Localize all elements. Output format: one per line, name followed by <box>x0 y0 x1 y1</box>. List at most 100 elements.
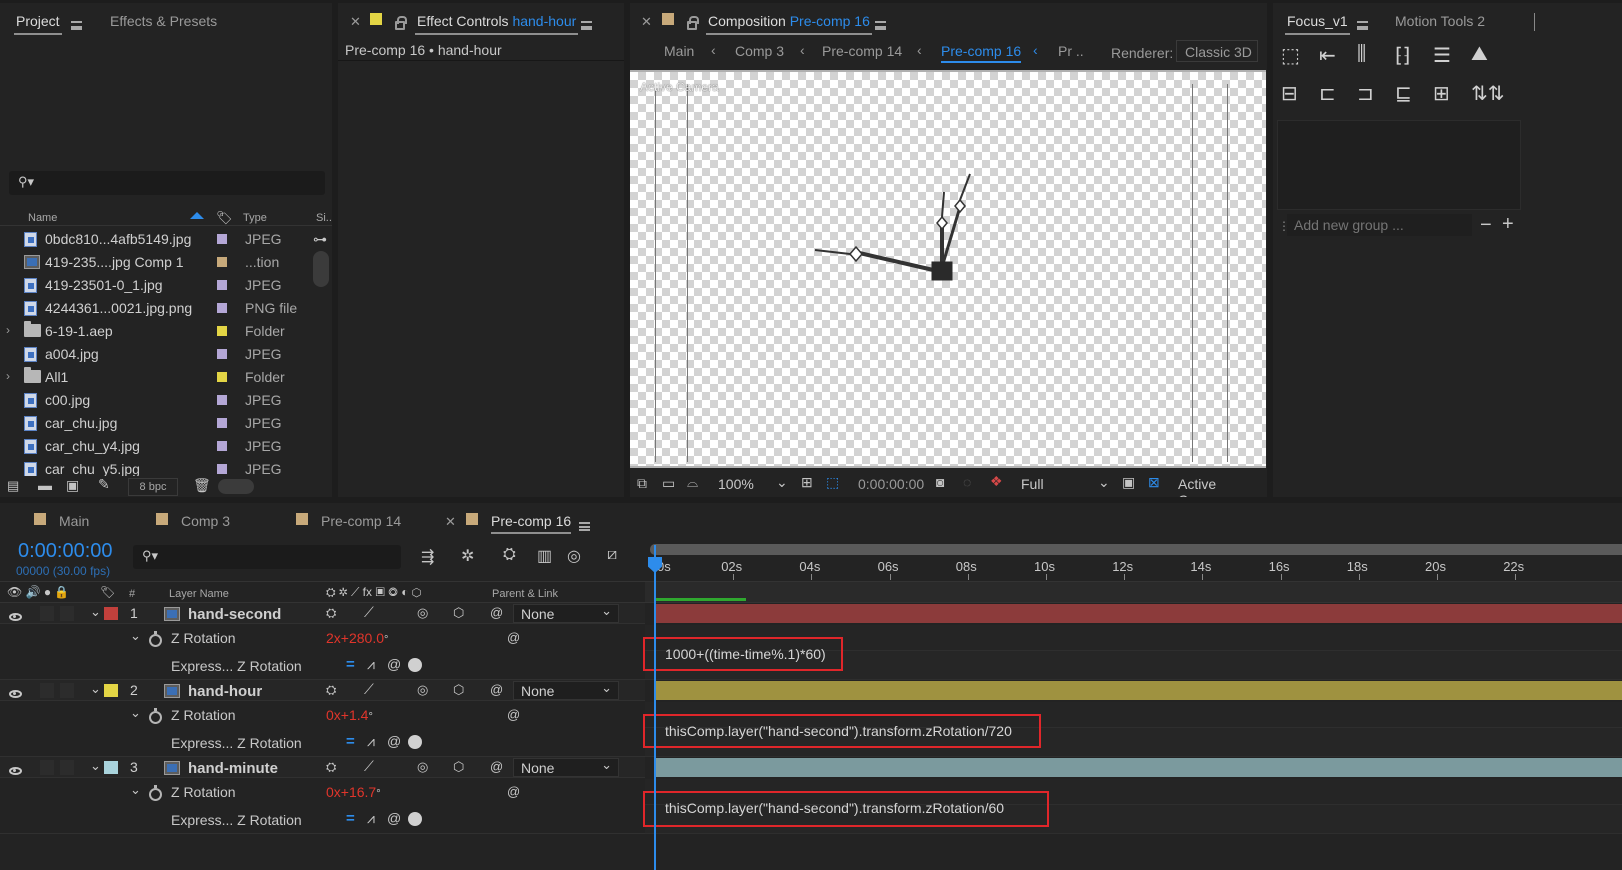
composition-viewer[interactable]: Active Camera <box>630 70 1266 468</box>
stopwatch-icon[interactable] <box>149 785 162 802</box>
layer-name[interactable]: hand-minute <box>188 760 278 777</box>
tab-main[interactable]: Main <box>59 513 89 529</box>
bpc-button[interactable]: 8 bpc <box>128 478 178 496</box>
expression-graph-icon[interactable]: ⩘ <box>367 733 375 750</box>
tab-motion-tools[interactable]: Motion Tools 2 <box>1395 13 1485 29</box>
expression-language-icon[interactable] <box>408 658 422 672</box>
twirl-down-icon[interactable]: ⌄ <box>90 758 101 774</box>
monitor-icon[interactable]: ▭ <box>662 475 675 492</box>
tab-comp3[interactable]: Comp 3 <box>181 513 230 529</box>
graph-editor-icon[interactable]: ⧄ <box>607 546 617 564</box>
layer-row[interactable]: ⌄ 1 hand-second ⛭ ⟋ ◎ ⬡ @ None ⌄ <box>0 603 645 624</box>
close-icon[interactable]: ✕ <box>641 14 652 30</box>
focus-mountain-icon[interactable]: ⛰ <box>1471 43 1488 66</box>
layer-label-swatch[interactable] <box>104 761 118 774</box>
layer-duration-bar[interactable] <box>655 681 1622 700</box>
twirl-down-icon[interactable]: ⌄ <box>130 782 141 798</box>
item-label-swatch[interactable] <box>217 395 227 405</box>
item-label-swatch[interactable] <box>217 326 227 336</box>
twirl-right-icon[interactable]: › <box>6 323 10 337</box>
focus-group-e-icon[interactable]: ⊞ <box>1433 81 1450 106</box>
focus-align-icon[interactable]: ⫼ <box>1357 43 1366 66</box>
current-time-indicator[interactable] <box>654 545 656 870</box>
motion-blur-switch-icon[interactable]: ◎ <box>417 605 428 621</box>
column-size[interactable]: Si.. <box>316 212 332 224</box>
column-layer-name[interactable]: Layer Name <box>169 588 229 600</box>
new-composition-icon[interactable]: ▣ <box>66 477 79 494</box>
visibility-eye-icon[interactable] <box>9 763 22 778</box>
stopwatch-icon[interactable] <box>149 708 162 725</box>
focus-group-b-icon[interactable]: ⊏ <box>1319 81 1336 106</box>
focus-bracket-icon[interactable]: ⁅⁆ <box>1395 43 1411 68</box>
tab-composition[interactable]: Composition Pre-comp 16 <box>706 13 872 35</box>
focus-frame-icon[interactable]: ⬚ <box>1281 43 1300 68</box>
focus-group-c-icon[interactable]: ⊐ <box>1357 81 1374 106</box>
trash-icon[interactable]: 🗑 <box>193 477 211 494</box>
expression-enable-icon[interactable]: = <box>346 733 355 750</box>
tab-precomp14[interactable]: Pre-comp 14 <box>321 513 401 529</box>
twirl-down-icon[interactable]: ⌄ <box>130 628 141 644</box>
layer-name[interactable]: hand-hour <box>188 683 262 700</box>
tab-effect-controls[interactable]: Effect Controls hand-hour <box>414 13 579 35</box>
pick-whip-icon[interactable]: @ <box>490 682 503 697</box>
property-row[interactable]: ⌄ Z Rotation 2x+280.0° @ <box>0 625 645 651</box>
snapshot-camera-icon[interactable]: ◙ <box>936 474 944 490</box>
quality-switch-icon[interactable]: ⟋ <box>364 758 374 775</box>
breadcrumb-main[interactable]: Main <box>664 43 694 59</box>
pick-whip-icon[interactable]: @ <box>507 784 520 799</box>
resolution-select[interactable]: Full <box>1021 476 1044 492</box>
property-value[interactable]: 0x+16.7° <box>326 784 381 800</box>
twirl-down-icon[interactable]: ⌄ <box>90 681 101 697</box>
motion-blur-switch-icon[interactable]: ◎ <box>417 682 428 698</box>
layer-duration-bar[interactable] <box>655 758 1622 777</box>
parent-select[interactable]: None ⌄ <box>513 680 619 700</box>
expression-enable-icon[interactable]: = <box>346 656 355 673</box>
item-label-swatch[interactable] <box>217 349 227 359</box>
property-row[interactable]: ⌄ Z Rotation 0x+16.7° @ <box>0 779 645 805</box>
camera-select[interactable]: Active Camera <box>1178 476 1267 497</box>
expression-language-icon[interactable] <box>408 735 422 749</box>
motion-blur-icon[interactable]: ◎ <box>567 546 581 566</box>
layer-label-swatch[interactable] <box>104 607 118 620</box>
list-item[interactable]: 4244361...0021.jpg.png PNG file <box>0 297 310 320</box>
viewer-timecode[interactable]: 0:00:00:00 <box>858 476 924 492</box>
list-item[interactable]: car_chu.jpg JPEG <box>0 412 310 435</box>
timeline-timecode[interactable]: 0:00:00:00 <box>18 540 113 563</box>
shy-switch-icon[interactable]: ⛭ <box>326 682 336 698</box>
label-tag-icon[interactable]: 🏷 <box>216 210 233 226</box>
list-item[interactable]: c00.jpg JPEG <box>0 389 310 412</box>
focus-group-d-icon[interactable]: ⊑ <box>1395 81 1412 106</box>
column-parent[interactable]: Parent & Link <box>492 588 558 600</box>
item-label-swatch[interactable] <box>217 441 227 451</box>
solo-toggle[interactable] <box>60 760 74 775</box>
zoom-select[interactable]: 100% <box>718 476 754 492</box>
show-snapshot-icon[interactable]: ◌ <box>963 474 971 490</box>
visibility-eye-icon[interactable] <box>9 686 22 701</box>
expression-language-icon[interactable] <box>408 812 422 826</box>
audio-toggle[interactable] <box>40 760 54 775</box>
lock-icon[interactable] <box>395 16 407 32</box>
expression-pickwhip-icon[interactable]: @ <box>387 656 401 672</box>
vr-goggles-icon[interactable]: ⌓ <box>687 474 698 491</box>
item-label-swatch[interactable] <box>217 234 227 244</box>
tab-focus[interactable]: Focus_v1 <box>1285 13 1350 35</box>
pick-whip-icon[interactable]: @ <box>507 707 520 722</box>
timeline-search-input[interactable]: ⚲▾ <box>133 545 401 569</box>
3d-layer-switch-icon[interactable]: ⬡ <box>453 605 464 621</box>
audio-toggle[interactable] <box>40 606 54 621</box>
expression-graph-icon[interactable]: ⩘ <box>367 656 375 673</box>
property-value[interactable]: 2x+280.0° <box>326 630 388 646</box>
breadcrumb-precomp16[interactable]: Pre-comp 16 <box>941 43 1022 63</box>
list-item[interactable]: car_chu_y4.jpg JPEG <box>0 435 310 458</box>
breadcrumb-comp3[interactable]: Comp 3 <box>735 43 784 59</box>
expression-field[interactable]: thisComp.layer("hand-second").transform.… <box>643 791 1049 827</box>
chevron-down-icon[interactable]: ⌄ <box>1098 474 1110 491</box>
list-item[interactable]: 0bdc810...4afb5149.jpg JPEG <box>0 228 310 251</box>
focus-sort-icon[interactable]: ⇅⇅ <box>1471 81 1505 106</box>
renderer-button[interactable]: Classic 3D <box>1176 40 1258 62</box>
shy-switch-icon[interactable]: ⛭ <box>326 759 336 775</box>
pick-whip-icon[interactable]: @ <box>507 630 520 645</box>
frame-blending-icon[interactable]: ▥ <box>537 546 552 566</box>
property-value[interactable]: 0x+1.4° <box>326 707 373 723</box>
layer-row[interactable]: ⌄ 2 hand-hour ⛭ ⟋ ◎ ⬡ @ None ⌄ <box>0 680 645 701</box>
